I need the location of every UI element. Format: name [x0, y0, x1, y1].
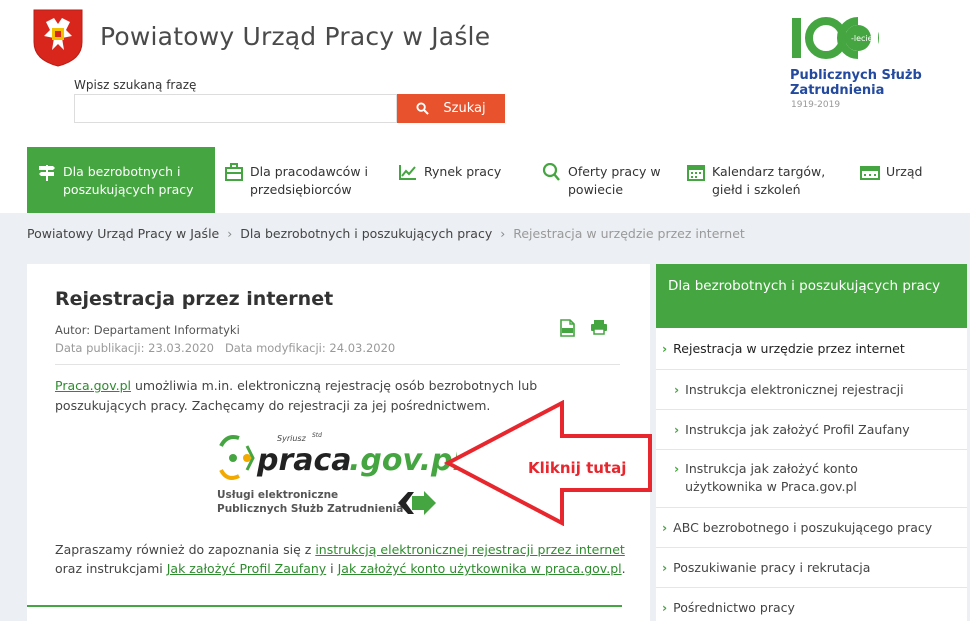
nav-item-pracodawcy[interactable]: Dla pracodawców i przedsiębiorców [224, 147, 384, 213]
sidebar-item-instrukcja-rejestracji[interactable]: › Instrukcja elektronicznej rejestracji [656, 370, 967, 410]
search-button[interactable]: Szukaj [397, 94, 505, 123]
chevron-right-icon: › [662, 600, 668, 615]
briefcase-icon [225, 163, 243, 181]
nav-label: Urząd [886, 164, 923, 179]
sidebar: Dla bezrobotnych i poszukujących pracy ›… [656, 264, 967, 621]
logo100-years: 1919-2019 [791, 100, 841, 110]
uslugi-line1: Usługi elektroniczne [217, 489, 339, 501]
logo-gov-text: .gov.pl [349, 443, 457, 478]
sidebar-item-abc[interactable]: › ABC bezrobotnego i poszukującego pracy [656, 508, 967, 548]
coat-of-arms-logo[interactable] [32, 8, 84, 68]
nav-item-bezrobotni[interactable]: Dla bezrobotnych i poszukujących pracy [27, 147, 215, 213]
outro-text: Zapraszamy również do zapoznania się z [55, 542, 316, 557]
breadcrumb-separator: › [500, 226, 506, 241]
breadcrumb-section[interactable]: Dla bezrobotnych i poszukujących pracy [240, 226, 492, 241]
sidebar-item-rejestracja[interactable]: › Rejestracja w urzędzie przez internet [656, 328, 967, 370]
sidebar-item-label: Poszukiwanie pracy i rekrutacja [673, 560, 871, 575]
main-nav: Dla bezrobotnych i poszukujących pracy D… [27, 147, 957, 213]
outro-text: oraz instrukcjami [55, 561, 167, 576]
sidebar-item-konto-uzytkownika[interactable]: › Instrukcja jak założyć konto użytkownik… [656, 450, 967, 508]
article-outro: Zapraszamy również do zapoznania się z i… [55, 540, 635, 578]
sidebar-heading: Dla bezrobotnych i poszukujących pracy [656, 264, 967, 328]
nav-label: Dla pracodawców i przedsiębiorców [250, 164, 368, 197]
logo100-lecie-text: -lecie [851, 34, 873, 43]
nav-item-kalendarz[interactable]: Kalendarz targów, giełd i szkoleń [686, 147, 841, 213]
logo-std-text: Std [312, 432, 322, 439]
nav-item-rynek-pracy[interactable]: Rynek pracy [398, 147, 518, 213]
praca-gov-link[interactable]: Praca.gov.pl [55, 378, 131, 393]
breadcrumb: Powiatowy Urząd Pracy w Jaśle › Dla bezr… [27, 226, 745, 241]
sidebar-item-label: Pośrednictwo pracy [673, 600, 795, 615]
outro-text: . [621, 561, 626, 576]
logo100-text: Publicznych Służb Zatrudnienia [790, 68, 922, 98]
sidebar-item-label: Instrukcja jak założyć konto użytkownika… [685, 461, 858, 494]
logo100-line2: Zatrudnienia [790, 83, 885, 98]
search-input[interactable] [74, 94, 397, 123]
article-bottom-line [27, 605, 622, 607]
nav-item-oferty-pracy[interactable]: Oferty pracy w powiecie [542, 147, 672, 213]
sidebar-item-label: Instrukcja jak założyć Profil Zaufany [685, 422, 910, 437]
uslugi-caption: Usługi elektroniczne Publicznych Służb Z… [217, 488, 403, 516]
chevron-right-icon: › [674, 382, 680, 397]
article-title: Rejestracja przez internet [55, 288, 334, 310]
site-title[interactable]: Powiatowy Urząd Pracy w Jaśle [100, 22, 490, 51]
chevron-right-icon: › [662, 560, 668, 575]
sidebar-item-posrednictwo[interactable]: › Pośrednictwo pracy [656, 588, 967, 621]
outro-text: i [326, 561, 338, 576]
chevron-right-icon: › [674, 422, 680, 437]
chevron-right-icon: › [662, 520, 668, 535]
logo-syriusz-text: Syriusz [277, 434, 307, 443]
praca-gov-pl-logo[interactable]: Syriusz Std praca .gov.pl [217, 426, 457, 486]
office-icon [860, 166, 880, 180]
search-button-label: Szukaj [443, 101, 486, 116]
account-instructions-link[interactable]: Jak założyć konto użytkownika w praca.go… [338, 561, 622, 576]
sidebar-item-label: ABC bezrobotnego i poszukującego pracy [673, 520, 933, 535]
search-icon [416, 102, 430, 115]
logo100-line1: Publicznych Służb [790, 68, 922, 83]
article-divider [55, 364, 620, 365]
search-icon [542, 163, 560, 181]
breadcrumb-current: Rejestracja w urzędzie przez internet [513, 226, 745, 241]
sidebar-item-label: Instrukcja elektronicznej rejestracji [685, 382, 904, 397]
registration-instructions-link[interactable]: instrukcją elektronicznej rejestracji pr… [315, 542, 625, 557]
search-label: Wpisz szukaną frazę [74, 78, 197, 92]
profil-zaufany-link[interactable]: Jak założyć Profil Zaufany [167, 561, 326, 576]
annotation-label: Kliknij tutaj [528, 459, 627, 477]
nav-label: Dla bezrobotnych i poszukujących pracy [63, 164, 194, 197]
sidebar-item-label: Rejestracja w urzędzie przez internet [673, 341, 905, 356]
chevron-right-icon: › [662, 341, 668, 356]
article-dates: Data publikacji: 23.03.2020 Data modyfik… [55, 341, 396, 355]
breadcrumb-separator: › [227, 226, 233, 241]
uslugi-line2: Publicznych Służb Zatrudnienia [217, 503, 404, 515]
logo-praca-text: praca [256, 443, 352, 478]
signpost-icon [39, 165, 55, 181]
chart-icon [399, 165, 416, 180]
nav-label: Kalendarz targów, giełd i szkoleń [712, 164, 826, 197]
nav-item-urzad[interactable]: Urząd [860, 147, 950, 213]
calendar-icon [687, 165, 705, 181]
article-author: Autor: Departament Informatyki [55, 323, 240, 337]
print-icon[interactable] [590, 319, 608, 335]
sidebar-item-profil-zaufany[interactable]: › Instrukcja jak założyć Profil Zaufany [656, 410, 967, 450]
breadcrumb-home[interactable]: Powiatowy Urząd Pracy w Jaśle [27, 226, 219, 241]
sidebar-item-poszukiwanie[interactable]: › Poszukiwanie pracy i rekrutacja [656, 548, 967, 588]
nav-label: Oferty pracy w powiecie [568, 164, 661, 197]
chevron-right-icon: › [674, 461, 680, 476]
psz-arrows-icon [398, 491, 436, 515]
pdf-icon[interactable] [558, 319, 576, 337]
nav-label: Rynek pracy [424, 164, 502, 179]
